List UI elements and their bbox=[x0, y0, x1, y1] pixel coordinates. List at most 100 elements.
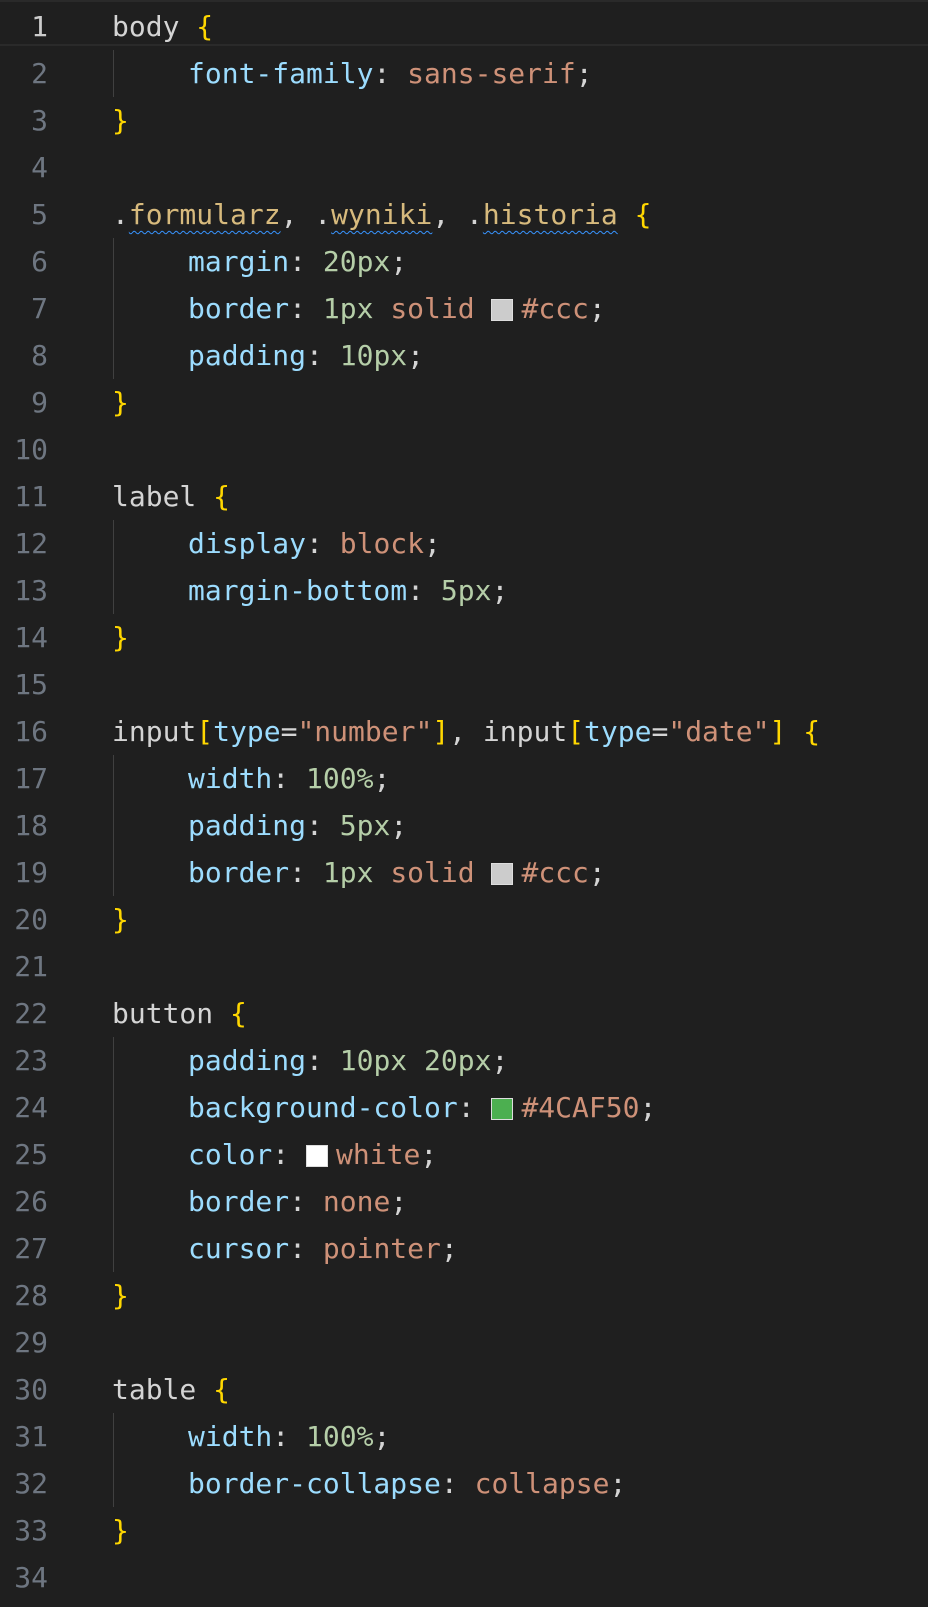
token-attr: type bbox=[213, 715, 281, 748]
token-value: sans-serif bbox=[407, 57, 576, 90]
indent-guide bbox=[113, 755, 114, 802]
code-line[interactable]: 28} bbox=[0, 1272, 928, 1319]
code-line[interactable]: 31 width: 100%; bbox=[0, 1413, 928, 1460]
code-text[interactable]: color: white; bbox=[188, 1131, 437, 1178]
code-text[interactable]: font-family: sans-serif; bbox=[188, 50, 593, 97]
code-line[interactable]: 2 font-family: sans-serif; bbox=[0, 50, 928, 97]
code-text[interactable]: } bbox=[112, 614, 129, 661]
code-text[interactable]: border-collapse: collapse; bbox=[188, 1460, 626, 1507]
code-line[interactable]: 21 bbox=[0, 943, 928, 990]
indent-guide bbox=[113, 849, 114, 896]
code-line[interactable]: 9} bbox=[0, 379, 928, 426]
color-swatch-icon[interactable] bbox=[306, 1145, 329, 1167]
line-number: 1 bbox=[31, 10, 48, 43]
token-brace: ] bbox=[769, 715, 787, 748]
color-swatch-icon[interactable] bbox=[491, 299, 514, 321]
code-line[interactable]: 6 margin: 20px; bbox=[0, 238, 928, 285]
code-text[interactable]: cursor: pointer; bbox=[188, 1225, 458, 1272]
code-text[interactable]: margin: 20px; bbox=[188, 238, 407, 285]
code-text[interactable]: border: 1px solid #ccc; bbox=[188, 285, 606, 332]
token-punct bbox=[786, 715, 803, 748]
code-text[interactable]: padding: 10px 20px; bbox=[188, 1037, 508, 1084]
code-line[interactable]: 4 bbox=[0, 144, 928, 191]
token-value: #ccc bbox=[521, 292, 589, 325]
code-line[interactable]: 33} bbox=[0, 1507, 928, 1554]
code-line[interactable]: 32 border-collapse: collapse; bbox=[0, 1460, 928, 1507]
code-line[interactable]: 7 border: 1px solid #ccc; bbox=[0, 285, 928, 332]
token-property: margin-bottom bbox=[188, 574, 408, 607]
token-brace: { bbox=[803, 715, 821, 748]
token-brace: ] bbox=[432, 715, 450, 748]
code-text[interactable]: } bbox=[112, 1272, 129, 1319]
token-number: 100% bbox=[306, 762, 374, 795]
code-text[interactable]: padding: 5px; bbox=[188, 802, 407, 849]
code-line[interactable]: 34 bbox=[0, 1554, 928, 1601]
token-punct: : bbox=[306, 527, 340, 560]
token-punct: ; bbox=[639, 1091, 657, 1124]
line-number: 5 bbox=[31, 198, 48, 231]
line-number: 12 bbox=[14, 527, 48, 560]
code-text[interactable]: } bbox=[112, 1507, 129, 1554]
code-text[interactable]: margin-bottom: 5px; bbox=[188, 567, 508, 614]
code-text[interactable]: padding: 10px; bbox=[188, 332, 424, 379]
indent-guide bbox=[113, 50, 114, 97]
code-text[interactable]: input[type="number"], input[type="date"]… bbox=[112, 708, 820, 755]
token-brace: [ bbox=[567, 715, 585, 748]
code-line[interactable]: 29 bbox=[0, 1319, 928, 1366]
code-line[interactable]: 30 table { bbox=[0, 1366, 928, 1413]
code-text[interactable]: width: 100%; bbox=[188, 755, 390, 802]
token-punct: ; bbox=[420, 1138, 438, 1171]
token-punct bbox=[373, 856, 390, 889]
code-line[interactable]: 12 display: block; bbox=[0, 520, 928, 567]
code-line[interactable]: 20} bbox=[0, 896, 928, 943]
code-line[interactable]: 22 button { bbox=[0, 990, 928, 1037]
code-text[interactable]: label { bbox=[112, 473, 230, 520]
line-number: 17 bbox=[14, 762, 48, 795]
code-line[interactable]: 18 padding: 5px; bbox=[0, 802, 928, 849]
code-line[interactable]: 1 body { bbox=[0, 3, 928, 50]
code-text[interactable]: } bbox=[112, 97, 129, 144]
code-text[interactable]: button { bbox=[112, 990, 247, 1037]
line-number: 31 bbox=[14, 1420, 48, 1453]
line-number: 23 bbox=[14, 1044, 48, 1077]
code-line[interactable]: 11 label { bbox=[0, 473, 928, 520]
code-line[interactable]: 27 cursor: pointer; bbox=[0, 1225, 928, 1272]
line-number: 28 bbox=[14, 1279, 48, 1312]
token-punct: = bbox=[651, 715, 669, 748]
code-text[interactable]: body { bbox=[112, 3, 213, 50]
token-punct bbox=[373, 292, 390, 325]
code-editor[interactable]: 1 body {2 font-family: sans-serif; 3} 4 5 .for… bbox=[0, 0, 928, 1607]
code-line[interactable]: 10 bbox=[0, 426, 928, 473]
code-text[interactable]: display: block; bbox=[188, 520, 441, 567]
code-line[interactable]: 8 padding: 10px; bbox=[0, 332, 928, 379]
indent-guide bbox=[113, 1225, 114, 1272]
token-brace: } bbox=[112, 386, 129, 419]
token-punct bbox=[407, 1044, 424, 1077]
code-text[interactable]: border: 1px solid #ccc; bbox=[188, 849, 606, 896]
code-line[interactable]: 5 .formularz, .wyniki, .historia { bbox=[0, 191, 928, 238]
code-line[interactable]: 19 border: 1px solid #ccc; bbox=[0, 849, 928, 896]
code-line[interactable]: 16 input[type="number"], input[type="date… bbox=[0, 708, 928, 755]
code-line[interactable]: 13 margin-bottom: 5px; bbox=[0, 567, 928, 614]
code-line[interactable]: 26 border: none; bbox=[0, 1178, 928, 1225]
code-text[interactable]: table { bbox=[112, 1366, 230, 1413]
code-text[interactable]: } bbox=[112, 896, 129, 943]
line-number: 26 bbox=[14, 1185, 48, 1218]
color-swatch-icon[interactable] bbox=[491, 1098, 514, 1120]
token-brace: { bbox=[213, 1373, 231, 1406]
code-line[interactable]: 15 bbox=[0, 661, 928, 708]
code-text[interactable]: width: 100%; bbox=[188, 1413, 390, 1460]
line-number: 15 bbox=[14, 668, 48, 701]
code-line[interactable]: 23 padding: 10px 20px; bbox=[0, 1037, 928, 1084]
code-text[interactable]: background-color: #4CAF50; bbox=[188, 1084, 656, 1131]
code-text[interactable]: } bbox=[112, 379, 129, 426]
code-text[interactable]: border: none; bbox=[188, 1178, 407, 1225]
code-line[interactable]: 25 color: white; bbox=[0, 1131, 928, 1178]
code-line[interactable]: 3} bbox=[0, 97, 928, 144]
code-line[interactable]: 24 background-color: #4CAF50; bbox=[0, 1084, 928, 1131]
color-swatch-icon[interactable] bbox=[491, 863, 514, 885]
token-punct bbox=[196, 480, 213, 513]
code-line[interactable]: 14} bbox=[0, 614, 928, 661]
code-text[interactable]: .formularz, .wyniki, .historia { bbox=[112, 191, 651, 238]
code-line[interactable]: 17 width: 100%; bbox=[0, 755, 928, 802]
